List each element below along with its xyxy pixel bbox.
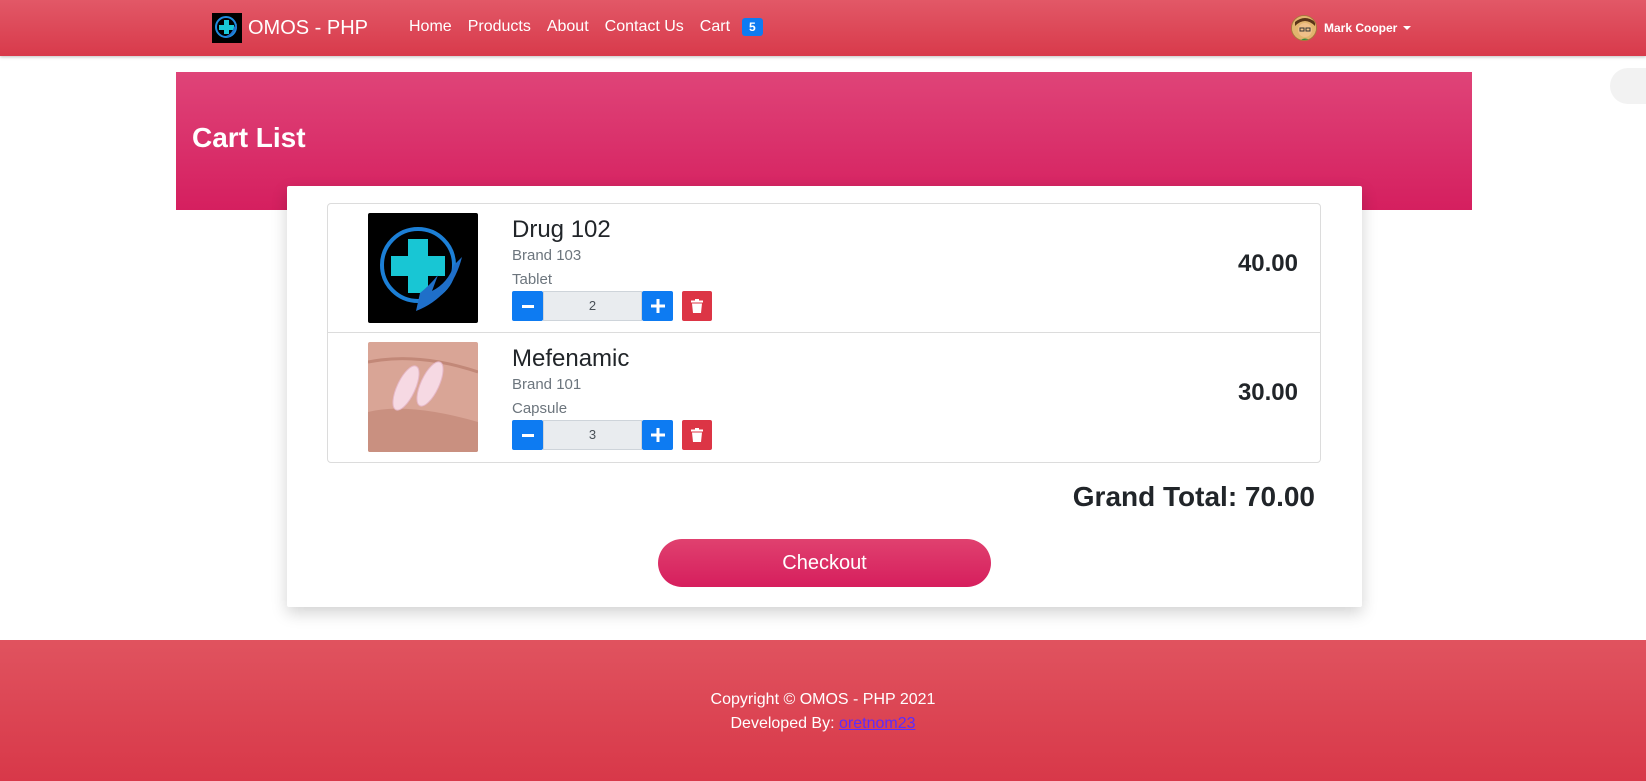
item-price: 40.00	[1237, 250, 1298, 277]
quantity-stepper: 3	[512, 420, 712, 450]
brand-link[interactable]: OMOS - PHP	[212, 13, 368, 43]
item-price: 30.00	[1237, 379, 1298, 406]
footer: Copyright © OMOS - PHP 2021 Developed By…	[0, 640, 1646, 781]
quantity-input[interactable]: 3	[543, 420, 642, 450]
nav-cart[interactable]: Cart	[700, 18, 730, 36]
nav-links: Home Products About Contact Us Cart 5	[409, 18, 763, 36]
minus-icon	[521, 434, 534, 437]
checkout-button[interactable]: Checkout	[658, 539, 991, 587]
top-navbar: OMOS - PHP Home Products About Contact U…	[0, 0, 1646, 56]
page-title: Cart List	[192, 122, 306, 153]
increase-quantity-button[interactable]	[642, 291, 673, 321]
cart-list: Drug 102 Brand 103 Tablet 2 40.00 Mefena…	[327, 203, 1321, 463]
product-type: Capsule	[512, 400, 568, 417]
product-brand: Brand 103	[512, 247, 582, 264]
developer-link[interactable]: oretnom23	[839, 715, 916, 732]
user-avatar	[1291, 15, 1317, 41]
product-image	[368, 342, 478, 452]
footer-developer-line: Developed By: oretnom23	[0, 715, 1646, 733]
product-name: Drug 102	[512, 216, 611, 243]
product-brand: Brand 101	[512, 376, 582, 393]
nav-contact-us[interactable]: Contact Us	[605, 18, 684, 36]
cart-card: Drug 102 Brand 103 Tablet 2 40.00 Mefena…	[287, 186, 1362, 607]
quantity-input[interactable]: 2	[543, 291, 642, 321]
developed-by-label: Developed By:	[730, 715, 835, 732]
nav-about[interactable]: About	[547, 18, 589, 36]
nav-home[interactable]: Home	[409, 18, 452, 36]
product-image	[368, 213, 478, 323]
minus-icon	[521, 305, 534, 308]
remove-item-button[interactable]	[682, 291, 712, 321]
trash-icon	[691, 428, 703, 442]
nav-products[interactable]: Products	[468, 18, 531, 36]
user-name: Mark Cooper	[1324, 21, 1398, 35]
user-menu-toggle[interactable]: Mark Cooper	[1291, 15, 1412, 41]
pharmacy-logo-icon	[212, 13, 242, 43]
increase-quantity-button[interactable]	[642, 420, 673, 450]
grand-total: Grand Total: 70.00	[1072, 481, 1315, 512]
chevron-down-icon	[1403, 26, 1412, 30]
quantity-stepper: 2	[512, 291, 712, 321]
product-name: Mefenamic	[512, 345, 630, 372]
decrease-quantity-button[interactable]	[512, 291, 543, 321]
brand-name: OMOS - PHP	[248, 16, 369, 39]
plus-icon	[650, 299, 665, 313]
trash-icon	[691, 299, 703, 313]
product-type: Tablet	[512, 271, 553, 288]
plus-icon	[650, 428, 665, 442]
cart-item: Mefenamic Brand 101 Capsule 3 30.00	[328, 333, 1320, 462]
cart-count-badge: 5	[742, 18, 763, 36]
decrease-quantity-button[interactable]	[512, 420, 543, 450]
floating-side-tab[interactable]	[1610, 68, 1646, 104]
cart-item: Drug 102 Brand 103 Tablet 2 40.00	[328, 204, 1320, 333]
footer-copyright: Copyright © OMOS - PHP 2021	[710, 691, 936, 708]
remove-item-button[interactable]	[682, 420, 712, 450]
